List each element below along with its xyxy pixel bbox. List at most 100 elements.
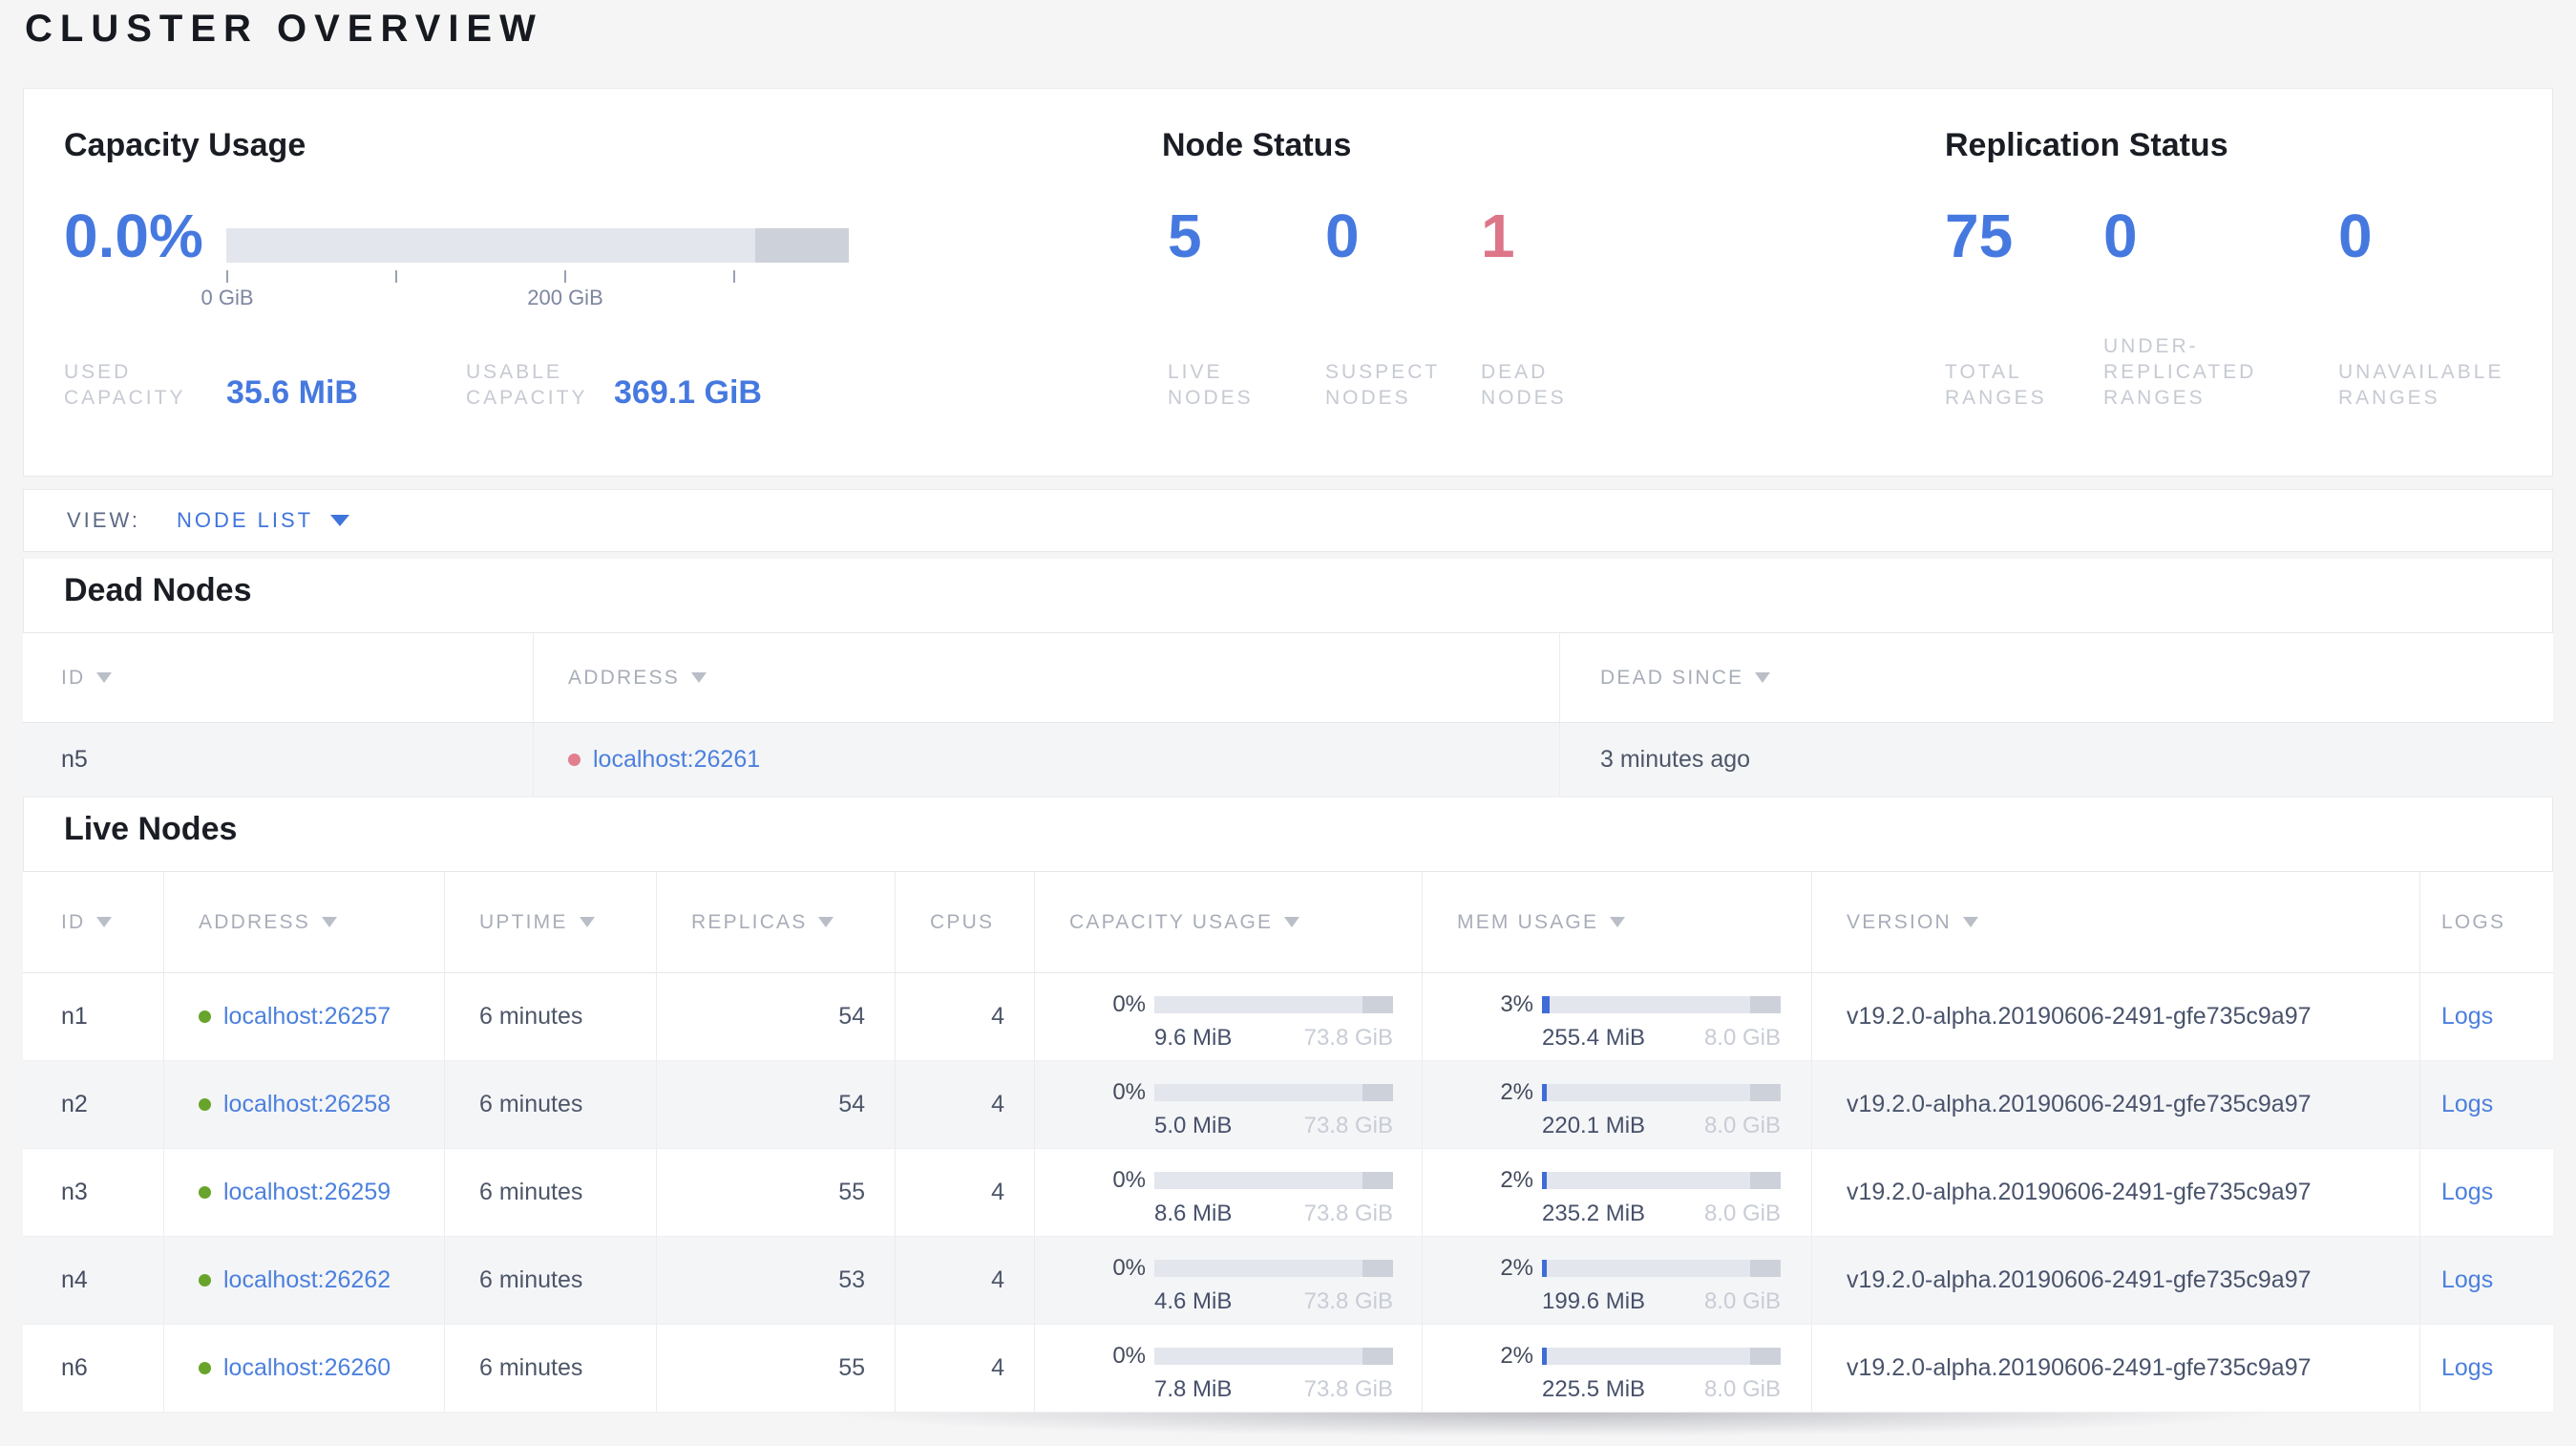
replication-status-heading: Replication Status — [1945, 127, 2228, 163]
view-bar: VIEW: NODE LIST — [23, 489, 2553, 552]
mem-usage-cell: 3% 255.4 MiB 8.0 GiB — [1423, 973, 1812, 1060]
replicas-cell: 55 — [657, 1149, 896, 1236]
capacity-total: 73.8 GiB — [1303, 1376, 1393, 1402]
node-address-cell: localhost:26258 — [164, 1061, 445, 1148]
capacity-percent: 0% — [1112, 991, 1146, 1017]
live-col-capacity-usage[interactable]: CAPACITY USAGE — [1035, 872, 1423, 972]
live-col-version[interactable]: VERSION — [1812, 872, 2420, 972]
used-capacity-value: 35.6 MiB — [226, 374, 358, 411]
capacity-usage-cell: 0% 5.0 MiB 73.8 GiB — [1035, 1061, 1423, 1148]
column-label: ID — [61, 666, 86, 689]
dead-col-address[interactable]: ADDRESS — [534, 633, 1560, 722]
sort-desc-icon — [818, 917, 834, 927]
unavailable-ranges-label: UNAVAILABLE RANGES — [2338, 361, 2504, 409]
column-label: ID — [61, 910, 86, 933]
cluster-summary-panel: Capacity Usage 0.0% 0 GiB 200 GiB USED C… — [23, 88, 2553, 477]
capacity-bar — [1154, 1348, 1393, 1365]
live-col-id[interactable]: ID — [23, 872, 164, 972]
cpus-cell: 4 — [896, 973, 1035, 1060]
mem-total: 8.0 GiB — [1703, 1113, 1781, 1138]
logs-link[interactable]: Logs — [2441, 1354, 2493, 1382]
mem-percent: 2% — [1500, 1167, 1533, 1193]
usable-capacity-label: USABLE CAPACITY — [466, 361, 588, 409]
replicas-cell: 53 — [657, 1237, 896, 1324]
node-address-link[interactable]: localhost:26258 — [223, 1091, 391, 1118]
node-address-link[interactable]: localhost:26262 — [223, 1266, 391, 1294]
live-status-icon — [199, 1274, 211, 1287]
live-col-replicas[interactable]: REPLICAS — [657, 872, 896, 972]
replicas-cell: 54 — [657, 973, 896, 1060]
node-address-link[interactable]: localhost:26260 — [223, 1354, 391, 1382]
capacity-gauge-reserved-segment — [755, 228, 849, 263]
capacity-usage-cell: 0% 4.6 MiB 73.8 GiB — [1035, 1237, 1423, 1324]
column-label: CPUS — [930, 910, 995, 933]
capacity-used: 8.6 MiB — [1154, 1201, 1233, 1226]
column-label: CAPACITY USAGE — [1069, 910, 1274, 933]
under-replicated-ranges-label: UNDER- REPLICATED RANGES — [2103, 335, 2257, 409]
uptime-cell: 6 minutes — [445, 1237, 657, 1324]
capacity-used: 5.0 MiB — [1154, 1113, 1233, 1138]
logs-cell: Logs — [2420, 1237, 2553, 1324]
used-capacity-label: USED CAPACITY — [64, 361, 186, 409]
sort-desc-icon — [96, 672, 113, 683]
mem-percent: 2% — [1500, 1079, 1533, 1105]
dead-col-dead-since[interactable]: DEAD SINCE — [1560, 633, 2553, 722]
dead-nodes-label: DEAD NODES — [1481, 361, 1567, 409]
column-label: VERSION — [1847, 910, 1952, 933]
mem-total: 8.0 GiB — [1703, 1201, 1781, 1226]
live-col-mem-usage[interactable]: MEM USAGE — [1423, 872, 1812, 972]
live-col-address[interactable]: ADDRESS — [164, 872, 445, 972]
view-mode-dropdown[interactable]: NODE LIST — [176, 508, 350, 533]
logs-link[interactable]: Logs — [2441, 1003, 2493, 1031]
capacity-usage-cell: 0% 7.8 MiB 73.8 GiB — [1035, 1325, 1423, 1412]
live-col-uptime[interactable]: UPTIME — [445, 872, 657, 972]
mem-total: 8.0 GiB — [1703, 1025, 1781, 1051]
mem-bar-reserved — [1749, 996, 1781, 1013]
version-cell: v19.2.0-alpha.20190606-2491-gfe735c9a97 — [1812, 1149, 2420, 1236]
column-label: DEAD SINCE — [1600, 666, 1744, 689]
version-cell: v19.2.0-alpha.20190606-2491-gfe735c9a97 — [1812, 1237, 2420, 1324]
logs-link[interactable]: Logs — [2441, 1179, 2493, 1206]
node-id-cell: n4 — [23, 1237, 164, 1324]
dead-nodes-table-header: ID ADDRESS DEAD SINCE — [23, 632, 2553, 723]
column-label: ADDRESS — [199, 910, 310, 933]
node-address-link[interactable]: localhost:26259 — [223, 1179, 391, 1206]
mem-percent: 3% — [1500, 991, 1533, 1017]
column-label: MEM USAGE — [1457, 910, 1599, 933]
capacity-total: 73.8 GiB — [1303, 1201, 1393, 1226]
replicas-cell: 54 — [657, 1061, 896, 1148]
axis-tick-label: 200 GiB — [527, 286, 603, 309]
logs-cell: Logs — [2420, 1325, 2553, 1412]
logs-link[interactable]: Logs — [2441, 1091, 2493, 1118]
view-label: VIEW: — [67, 508, 140, 532]
mem-used: 255.4 MiB — [1542, 1025, 1646, 1051]
node-address-link[interactable]: localhost:26261 — [593, 746, 760, 774]
dead-col-id[interactable]: ID — [23, 633, 534, 722]
node-address-link[interactable]: localhost:26257 — [223, 1003, 391, 1031]
sort-desc-icon — [1610, 917, 1626, 927]
mem-bar-reserved — [1749, 1172, 1781, 1189]
mem-bar-fill — [1542, 1172, 1547, 1189]
live-node-row: n1 localhost:26257 6 minutes 54 4 0% 9.6… — [23, 973, 2553, 1061]
logs-link[interactable]: Logs — [2441, 1266, 2493, 1294]
cpus-cell: 4 — [896, 1237, 1035, 1324]
capacity-bar — [1154, 996, 1393, 1013]
node-id-cell: n3 — [23, 1149, 164, 1236]
mem-usage-cell: 2% 225.5 MiB 8.0 GiB — [1423, 1325, 1812, 1412]
mem-bar — [1542, 1084, 1781, 1101]
dead-nodes-table: ID ADDRESS DEAD SINCE n5 localhost:26261… — [23, 632, 2553, 797]
capacity-used: 7.8 MiB — [1154, 1376, 1233, 1402]
dead-since-cell: 3 minutes ago — [1600, 746, 1751, 773]
total-ranges-count: 75 — [1945, 202, 2014, 270]
axis-tick — [564, 270, 566, 283]
live-node-row: n2 localhost:26258 6 minutes 54 4 0% 5.0… — [23, 1061, 2553, 1149]
mem-percent: 2% — [1500, 1343, 1533, 1369]
column-label: LOGS — [2441, 910, 2506, 933]
capacity-used-percent: 0.0% — [64, 202, 203, 270]
view-mode-selected: NODE LIST — [176, 508, 314, 532]
mem-bar — [1542, 1348, 1781, 1365]
dead-node-row: n5 localhost:26261 3 minutes ago — [23, 723, 2553, 797]
capacity-bar-reserved — [1362, 1348, 1393, 1365]
axis-tick — [226, 270, 228, 283]
column-label: ADDRESS — [568, 666, 680, 689]
